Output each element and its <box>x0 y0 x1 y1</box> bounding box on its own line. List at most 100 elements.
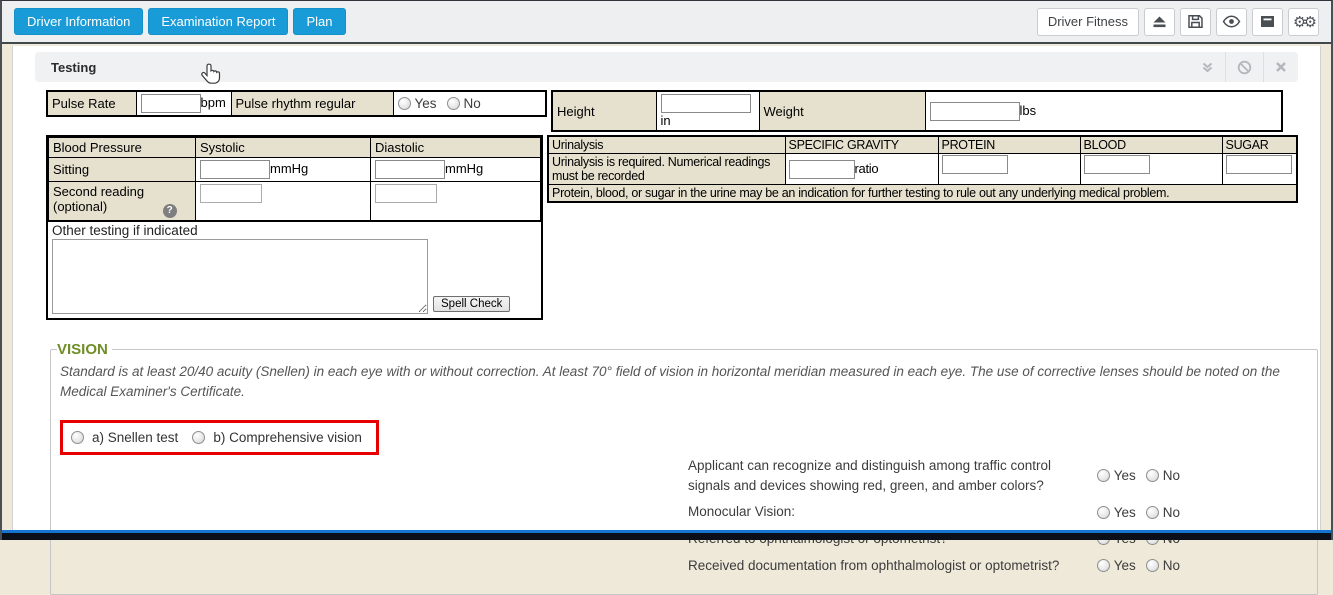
question-row-monocular: Monocular Vision: Yes No <box>688 502 1190 522</box>
ratio-unit-label: ratio <box>855 160 879 175</box>
comprehensive-vision-label: b) Comprehensive vision <box>213 430 362 445</box>
urinalysis-title: Urinalysis <box>548 136 785 154</box>
close-x-icon <box>1275 61 1287 73</box>
disable-button[interactable] <box>1225 52 1263 82</box>
documentation-no-radio[interactable] <box>1146 559 1159 572</box>
traffic-signals-yes-radio[interactable] <box>1097 469 1110 482</box>
tab-plan[interactable]: Plan <box>293 8 345 35</box>
weight-input[interactable] <box>930 102 1020 121</box>
content-card: Testing <box>12 46 1321 531</box>
yes-label: Yes <box>1114 505 1136 520</box>
preview-button[interactable] <box>1216 8 1247 36</box>
chevron-double-down-icon <box>1201 61 1214 74</box>
app-window: Driver Information Examination Report Pl… <box>0 0 1333 540</box>
eject-button[interactable] <box>1144 8 1175 36</box>
pulse-rhythm-no-label: No <box>464 96 481 111</box>
weight-label: Weight <box>759 91 925 131</box>
diastolic-unit-label: mmHg <box>445 161 483 176</box>
pulse-rate-label: Pulse Rate <box>47 91 136 116</box>
no-label: No <box>1163 558 1180 573</box>
sitting-systolic-input[interactable] <box>200 160 270 179</box>
vision-test-highlight-box: a) Snellen test b) Comprehensive vision <box>60 420 379 455</box>
pulse-rhythm-yes-radio[interactable] <box>398 97 411 110</box>
other-testing-section: Other testing if indicated Spell Check <box>48 221 541 318</box>
pulse-unit-label: bpm <box>201 95 226 110</box>
pulse-rate-input[interactable] <box>141 94 201 113</box>
tab-driver-information[interactable]: Driver Information <box>14 8 143 35</box>
pulse-rhythm-yes-label: Yes <box>415 96 437 111</box>
height-input[interactable] <box>661 94 751 113</box>
blood-pressure-title: Blood Pressure <box>49 138 196 158</box>
archive-button[interactable] <box>1252 8 1283 36</box>
urinalysis-required-note: Urinalysis is required. Numerical readin… <box>548 154 785 185</box>
save-button[interactable] <box>1180 8 1211 36</box>
tab-examination-report[interactable]: Examination Report <box>148 8 288 35</box>
specific-gravity-header: SPECIFIC GRAVITY <box>785 136 938 154</box>
second-reading-label: Second reading (optional) <box>53 184 159 214</box>
help-icon[interactable]: ? <box>163 204 177 218</box>
bp-urinalysis-row: Blood Pressure Systolic Diastolic Sittin… <box>46 135 1298 320</box>
blood-input[interactable] <box>1084 155 1150 174</box>
sugar-header: SUGAR <box>1222 136 1297 154</box>
testing-panel: Testing <box>35 52 1298 595</box>
snellen-test-label: a) Snellen test <box>92 430 178 445</box>
systolic-unit-label: mmHg <box>270 161 308 176</box>
sitting-diastolic-input[interactable] <box>375 160 445 179</box>
close-button[interactable] <box>1263 52 1298 82</box>
second-diastolic-input[interactable] <box>375 184 437 203</box>
no-label: No <box>1163 468 1180 483</box>
pulse-rhythm-no-radio[interactable] <box>447 97 460 110</box>
vision-section: VISION Standard is at least 20/40 acuity… <box>50 341 1318 595</box>
question-row-documentation: Received documentation from ophthalmolog… <box>688 556 1190 576</box>
yes-label: Yes <box>1114 468 1136 483</box>
vision-questions: Applicant can recognize and distinguish … <box>688 456 1190 575</box>
weight-unit-label: lbs <box>1020 102 1037 117</box>
height-label: Height <box>552 91 656 131</box>
eject-icon <box>1151 13 1168 30</box>
other-testing-textarea[interactable] <box>52 239 428 314</box>
documentation-yes-radio[interactable] <box>1097 559 1110 572</box>
other-testing-label: Other testing if indicated <box>52 223 537 238</box>
sugar-input[interactable] <box>1226 155 1292 174</box>
question-label: Monocular Vision: <box>688 502 1097 522</box>
save-icon <box>1187 13 1204 30</box>
second-systolic-input[interactable] <box>200 184 262 203</box>
systolic-header: Systolic <box>196 138 371 158</box>
blood-pressure-table: Blood Pressure Systolic Diastolic Sittin… <box>48 137 541 221</box>
pulse-rhythm-label: Pulse rhythm regular <box>231 91 393 116</box>
comprehensive-vision-radio[interactable] <box>192 431 205 444</box>
protein-input[interactable] <box>942 155 1008 174</box>
diastolic-header: Diastolic <box>371 138 541 158</box>
collapse-button[interactable] <box>1190 52 1225 82</box>
pulse-table: Pulse Rate bpm Pulse rhythm regular Yes N… <box>46 90 547 117</box>
no-label: No <box>1163 505 1180 520</box>
urinalysis-footnote: Protein, blood, or sugar in the urine ma… <box>548 185 1297 203</box>
testing-panel-body: Pulse Rate bpm Pulse rhythm regular Yes N… <box>35 82 1298 595</box>
settings-button[interactable]: ⚙︎⚙︎ <box>1288 8 1319 36</box>
blood-pressure-container: Blood Pressure Systolic Diastolic Sittin… <box>46 135 543 320</box>
question-label: Applicant can recognize and distinguish … <box>688 456 1097 495</box>
sitting-label: Sitting <box>49 158 196 182</box>
protein-header: PROTEIN <box>938 136 1080 154</box>
testing-panel-header: Testing <box>35 52 1298 82</box>
vision-standard-text: Standard is at least 20/40 acuity (Snell… <box>60 362 1295 404</box>
panel-header-icons <box>1190 52 1298 82</box>
spell-check-button[interactable]: Spell Check <box>433 296 510 312</box>
specific-gravity-input[interactable] <box>789 160 855 179</box>
height-unit-label: in <box>661 113 671 128</box>
gears-icon: ⚙︎⚙︎ <box>1293 13 1314 31</box>
archive-box-icon <box>1259 13 1276 30</box>
driver-fitness-button[interactable]: Driver Fitness <box>1037 8 1139 36</box>
monocular-yes-radio[interactable] <box>1097 506 1110 519</box>
top-toolbar: Driver Information Examination Report Pl… <box>2 1 1331 44</box>
monocular-no-radio[interactable] <box>1146 506 1159 519</box>
circle-slash-icon <box>1237 60 1252 75</box>
yes-label: Yes <box>1114 558 1136 573</box>
snellen-test-radio[interactable] <box>71 431 84 444</box>
window-bottom-edge <box>2 533 1331 540</box>
urinalysis-table: Urinalysis SPECIFIC GRAVITY PROTEIN BLOO… <box>547 135 1298 203</box>
traffic-signals-no-radio[interactable] <box>1146 469 1159 482</box>
question-row-traffic-signals: Applicant can recognize and distinguish … <box>688 456 1190 495</box>
question-label: Received documentation from ophthalmolog… <box>688 556 1097 576</box>
vision-legend: VISION <box>57 341 112 358</box>
